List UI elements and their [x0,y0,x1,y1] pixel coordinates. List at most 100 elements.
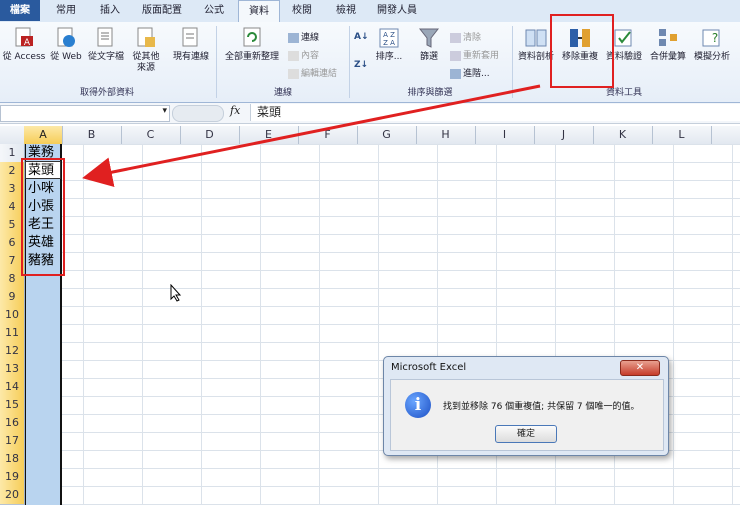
column-header-e[interactable]: E [239,126,299,144]
refresh-all-label: 全部重新整理 [224,52,279,62]
info-icon: i [405,392,431,418]
advanced-filter-icon [450,68,461,79]
column-header-c[interactable]: C [121,126,181,144]
properties-icon [288,50,299,61]
reapply-icon [450,50,461,61]
existing-connections-button[interactable]: 現有連線 [168,26,214,63]
sort-icon: A ZZ A [379,28,399,48]
filter-label: 篩選 [419,52,438,62]
reapply-label: 重新套用 [463,51,500,61]
fx-icon[interactable]: fx [230,104,240,117]
formula-input[interactable]: 菜頭 [250,104,740,121]
column-header-g[interactable]: G [357,126,417,144]
column-header-f[interactable]: F [298,126,358,144]
excel-dialog: Microsoft Excel ✕ i 找到並移除 76 個重複值; 共保留 7… [383,356,669,456]
group-external-data-label: 取得外部資料 [79,88,134,98]
consolidate-button[interactable]: 合併彙算 [646,26,690,63]
column-header-row: A B C D E F G H I J K L [0,126,740,145]
group-data-tools-label: 資料工具 [605,88,642,98]
clear-button[interactable]: 清除 [450,30,481,43]
what-if-icon: ? [702,29,720,47]
web-icon [57,27,75,47]
properties-button[interactable]: 內容 [288,48,319,61]
from-web-button[interactable]: 從 Web [46,26,86,63]
what-if-label: 模擬分析 [693,52,730,62]
highlight-result-cells [21,158,65,276]
from-other-sources-button[interactable]: 從其他 來源 [126,26,166,74]
existing-connections-label: 現有連線 [172,52,209,62]
edit-links-label: 編輯連結 [301,69,338,79]
filter-button[interactable]: 篩選 [412,26,446,63]
row-header[interactable]: 10 [0,306,25,325]
row-header[interactable]: 9 [0,288,25,307]
column-header-l[interactable]: L [652,126,712,144]
from-text-button[interactable]: 從文字檔 [86,26,126,63]
column-header-a[interactable]: A [24,126,63,144]
dialog-close-button[interactable]: ✕ [620,360,660,376]
ribbon-tab-bar: 檔案 常用 插入 版面配置 公式 資料 校閱 檢視 開發人員 [0,0,740,23]
row-header[interactable]: 19 [0,468,25,487]
row-header[interactable]: 13 [0,360,25,379]
column-header-h[interactable]: H [416,126,476,144]
tab-file[interactable]: 檔案 [0,0,40,21]
sort-ascending-button[interactable]: A↓ [354,32,369,42]
mouse-cursor-icon [170,284,182,302]
column-header-i[interactable]: I [475,126,535,144]
text-file-icon [97,27,113,47]
dialog-body: i 找到並移除 76 個重複值; 共保留 7 個唯一的值。 確定 [390,379,664,451]
formula-controls [172,105,224,122]
advanced-button[interactable]: 進階... [450,66,490,79]
group-sort-filter-label: 排序與篩選 [407,88,453,98]
row-header[interactable]: 18 [0,450,25,469]
chevron-down-icon[interactable]: ▾ [162,106,167,116]
consolidate-icon [659,29,677,46]
column-header-b[interactable]: B [62,126,122,144]
refresh-all-button[interactable]: 全部重新整理 [220,26,284,63]
tab-page-layout[interactable]: 版面配置 [136,0,188,21]
from-other-label-2: 來源 [136,63,155,73]
select-all-corner[interactable] [0,126,25,144]
reapply-button[interactable]: 重新套用 [450,48,499,61]
clear-icon [450,32,461,43]
group-connections-label: 連線 [273,88,292,98]
formula-bar: ▾ fx 菜頭 [0,103,740,124]
clear-label: 清除 [463,33,482,43]
dialog-ok-button[interactable]: 確定 [495,425,557,443]
from-web-label: 從 Web [50,52,82,62]
edit-links-icon [288,68,299,79]
from-access-label: 從 Access [2,52,46,62]
dialog-message: 找到並移除 76 個重複值; 共保留 7 個唯一的值。 [443,402,640,412]
tab-developer[interactable]: 開發人員 [372,0,422,21]
from-access-button[interactable]: A 從 Access [2,26,46,63]
tab-formulas[interactable]: 公式 [194,0,234,21]
edit-links-button[interactable]: 編輯連結 [288,66,337,79]
properties-label: 內容 [301,51,320,61]
row-header[interactable]: 20 [0,486,25,505]
row-header[interactable]: 16 [0,414,25,433]
sort-button[interactable]: A ZZ A 排序... [372,26,406,63]
name-box[interactable]: ▾ [0,105,170,122]
access-icon: A [15,27,33,48]
column-header-d[interactable]: D [180,126,240,144]
data-validation-icon [614,29,632,47]
tab-insert[interactable]: 插入 [90,0,130,21]
svg-text:A: A [24,38,31,48]
row-header[interactable]: 15 [0,396,25,415]
tab-home[interactable]: 常用 [46,0,86,21]
what-if-analysis-button[interactable]: ? 模擬分析 [690,26,734,63]
sort-label: 排序... [375,52,403,62]
separator [512,26,513,98]
row-header[interactable]: 12 [0,342,25,361]
svg-text:A Z: A Z [383,31,395,39]
column-header-j[interactable]: J [534,126,594,144]
row-header[interactable]: 11 [0,324,25,343]
existing-connections-icon [182,27,198,47]
connections-button[interactable]: 連線 [288,30,319,43]
tab-view[interactable]: 檢視 [326,0,366,21]
column-header-k[interactable]: K [593,126,653,144]
tab-data[interactable]: 資料 [238,0,280,23]
tab-review[interactable]: 校閱 [282,0,322,21]
row-header[interactable]: 17 [0,432,25,451]
row-header[interactable]: 14 [0,378,25,397]
sort-descending-button[interactable]: Z↓ [354,60,368,70]
